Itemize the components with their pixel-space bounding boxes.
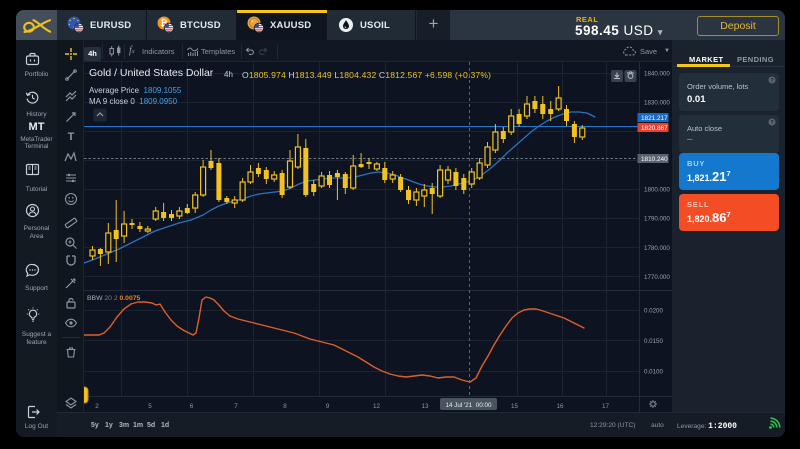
svg-text:5: 5 [148,403,152,410]
svg-text:15: 15 [511,403,519,410]
svg-text:1810.240: 1810.240 [641,156,668,163]
svg-text:1821.217: 1821.217 [641,115,668,122]
svg-text:13: 13 [421,403,429,410]
svg-text:1770.000: 1770.000 [644,274,670,281]
svg-text:14 Jul '21 00:00: 14 Jul '21 00:00 [445,402,492,409]
svg-text:1780.000: 1780.000 [644,245,670,252]
svg-text:0.0150: 0.0150 [644,338,663,345]
svg-text:1820.867: 1820.867 [641,125,668,132]
svg-text:2: 2 [95,403,99,410]
svg-text:1790.000: 1790.000 [644,216,670,223]
svg-text:9: 9 [326,403,330,410]
svg-text:8: 8 [283,403,287,410]
svg-text:17: 17 [602,403,610,410]
svg-text:6: 6 [190,403,194,410]
svg-text:1800.000: 1800.000 [644,187,670,194]
svg-text:1830.000: 1830.000 [644,100,670,107]
svg-text:1840.000: 1840.000 [644,71,670,78]
svg-text:12: 12 [373,403,381,410]
svg-text:0.0100: 0.0100 [644,369,663,376]
svg-text:BBW 20 2 0.0075: BBW 20 2 0.0075 [87,295,141,302]
svg-text:16: 16 [556,403,564,410]
svg-text:0.0200: 0.0200 [644,308,663,315]
svg-text:7: 7 [234,403,238,410]
svg-text:T: T [68,131,75,143]
